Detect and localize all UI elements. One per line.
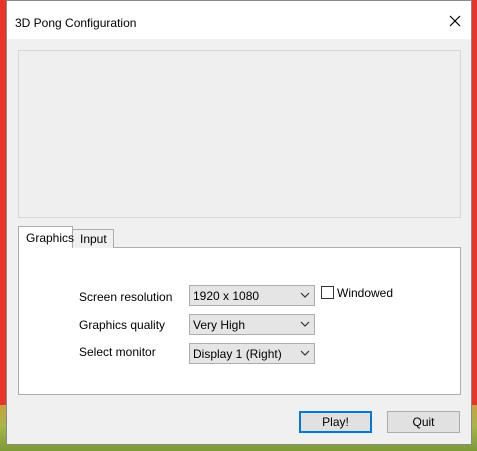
chevron-down-icon (300, 292, 310, 298)
window-title: 3D Pong Configuration (15, 16, 137, 30)
windowed-label[interactable]: Windowed (337, 286, 393, 300)
close-icon[interactable] (443, 9, 467, 33)
tab-input[interactable]: Input (72, 229, 114, 248)
graphics-quality-value: Very High (193, 318, 246, 332)
title-bar: 3D Pong Configuration (7, 1, 471, 39)
tab-graphics[interactable]: Graphics (18, 226, 74, 248)
play-button[interactable]: Play! (299, 411, 372, 433)
chevron-down-icon (300, 350, 310, 356)
config-dialog: 3D Pong Configuration Screen resolution … (6, 0, 472, 445)
select-monitor-label: Select monitor (79, 345, 156, 359)
select-monitor-select[interactable]: Display 1 (Right) (189, 343, 315, 364)
chevron-down-icon (300, 321, 310, 327)
quit-button[interactable]: Quit (387, 411, 460, 433)
windowed-checkbox[interactable] (321, 286, 334, 299)
tab-panel-graphics: Screen resolution Graphics quality Selec… (18, 247, 461, 395)
screen-resolution-select[interactable]: 1920 x 1080 (189, 285, 315, 306)
graphics-quality-select[interactable]: Very High (189, 314, 315, 335)
screen-resolution-label: Screen resolution (79, 290, 173, 304)
graphics-quality-label: Graphics quality (79, 318, 166, 332)
screen-resolution-value: 1920 x 1080 (193, 289, 260, 303)
banner-image-area (18, 50, 461, 218)
select-monitor-value: Display 1 (Right) (193, 347, 282, 361)
